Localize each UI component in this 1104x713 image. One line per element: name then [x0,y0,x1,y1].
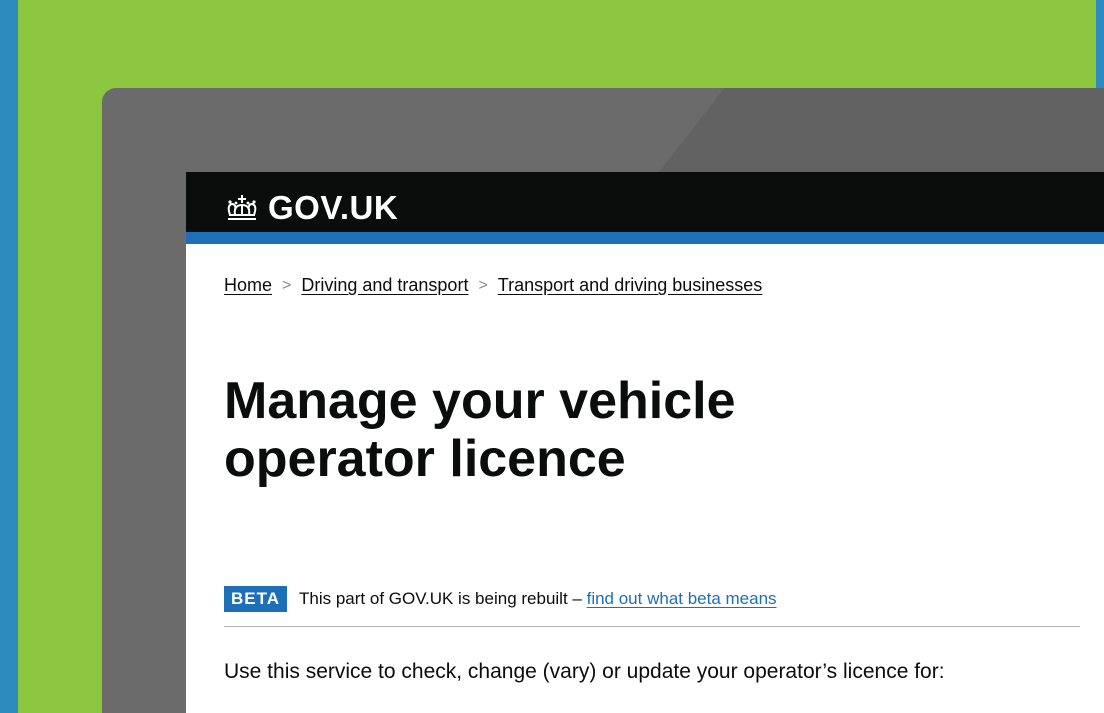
service-intro-text: Use this service to check, change (vary)… [224,660,945,683]
page-title-line-2: operator licence [224,430,626,488]
beta-banner: BETA This part of GOV.UK is being rebuil… [224,586,1080,627]
chevron-right-icon: > [282,276,292,294]
breadcrumb: Home > Driving and transport > Transport… [224,275,762,296]
govuk-home-link[interactable]: GOV.UK [224,190,398,226]
govuk-logo-text: GOV.UK [268,189,399,226]
page-title: Manage your vehicle operator licence [224,372,1084,488]
beta-tag: BETA [224,586,288,612]
breadcrumb-driving-transport-link[interactable]: Driving and transport [301,275,468,296]
beta-banner-text: This part of GOV.UK is being rebuilt – f… [299,586,777,612]
breadcrumb-transport-businesses-link[interactable]: Transport and driving businesses [498,275,762,296]
breadcrumb-home-link[interactable]: Home [224,275,272,296]
beta-banner-message: This part of GOV.UK is being rebuilt – [299,589,582,608]
find-out-beta-link[interactable]: find out what beta means [587,589,777,608]
header-blue-bar [186,232,1104,244]
govuk-header: GOV.UK [186,172,1104,244]
page-title-line-1: Manage your vehicle [224,372,736,430]
browser-screen: GOV.UK Home > Driving and transport > Tr… [186,172,1104,713]
crown-icon [227,195,257,220]
chevron-right-icon: > [478,276,488,294]
